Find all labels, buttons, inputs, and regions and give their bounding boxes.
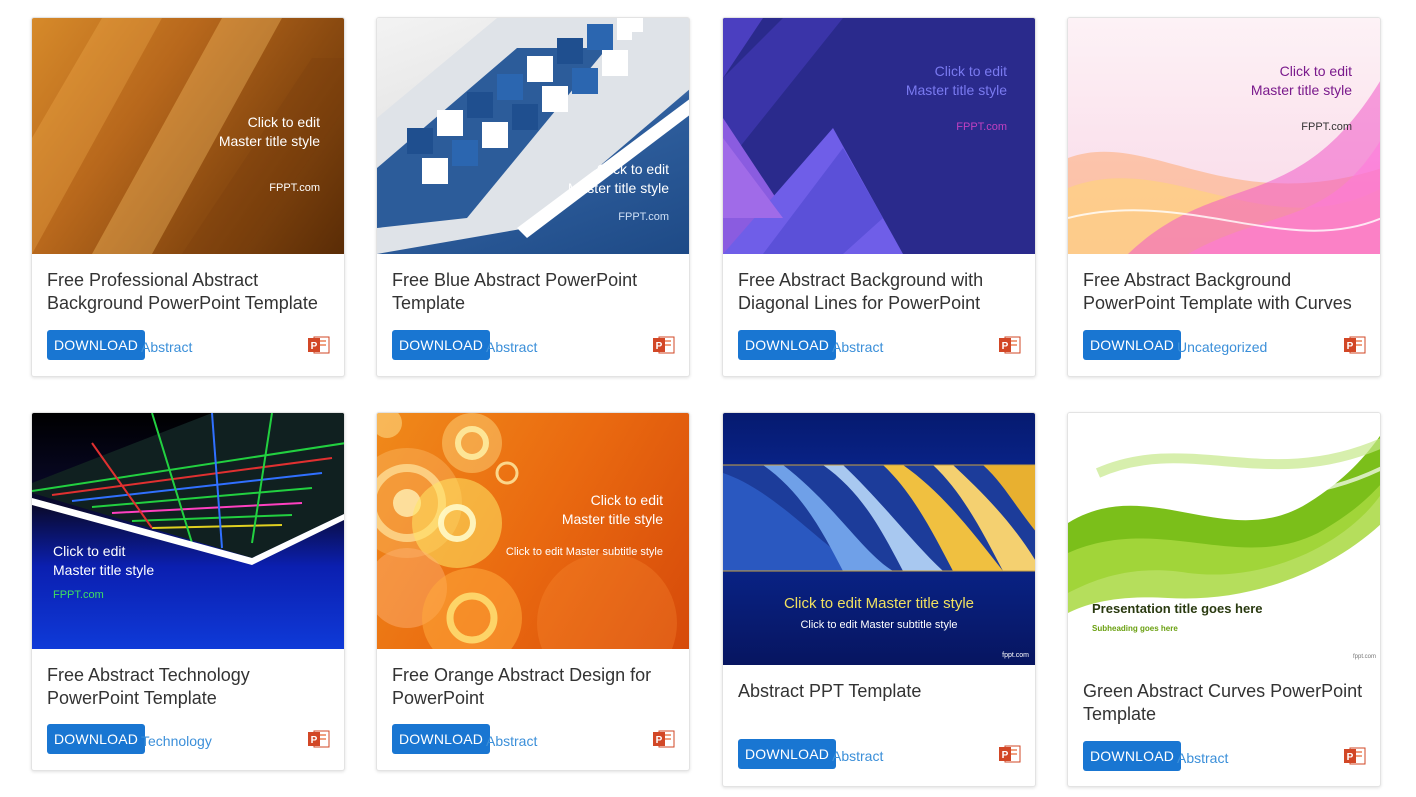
thumbnail-title-line2: Master title style xyxy=(905,82,1007,98)
powerpoint-icon: P xyxy=(653,730,675,748)
circuit-grid-graphic xyxy=(32,413,344,565)
thumbnail-title-line1: Click to edit xyxy=(934,63,1007,79)
powerpoint-icon: P xyxy=(653,336,675,354)
template-card: Click to edit Master title style FPPT.co… xyxy=(722,17,1036,377)
category-link[interactable]: Technology xyxy=(141,732,212,750)
thumbnail-brand: FPPT.com xyxy=(53,589,104,601)
template-title[interactable]: Free Abstract Background PowerPoint Temp… xyxy=(1083,269,1368,315)
download-button[interactable]: DOWNLOAD xyxy=(47,724,146,754)
download-button[interactable]: DOWNLOAD xyxy=(392,330,491,360)
category-link[interactable]: Abstract xyxy=(486,732,537,750)
template-card: Click to edit Master title style FPPT.co… xyxy=(31,412,345,771)
thumbnail-brand: fppt.com xyxy=(1352,654,1376,660)
template-card: Click to edit Master title style Click t… xyxy=(722,412,1036,787)
thumbnail-subtitle: Click to edit Master subtitle style xyxy=(505,546,663,558)
category-link[interactable]: Abstract xyxy=(1177,749,1228,767)
category-link[interactable]: Uncategorized xyxy=(1177,338,1267,356)
category-link[interactable]: Abstract xyxy=(486,338,537,356)
thumbnail-title-line2: Master title style xyxy=(561,511,663,527)
svg-text:P: P xyxy=(1002,341,1009,352)
template-thumbnail[interactable]: Presentation title goes here Subheading … xyxy=(1068,413,1380,665)
svg-text:P: P xyxy=(656,341,663,352)
template-card: Click to edit Master title style FPPT.co… xyxy=(31,17,345,377)
thumbnail-title-line2: Master title style xyxy=(53,562,155,578)
template-title[interactable]: Free Blue Abstract PowerPoint Template xyxy=(392,269,677,315)
thumbnail-brand: FPPT.com xyxy=(269,182,320,194)
thumbnail-title-line1: Click to edit xyxy=(590,492,663,508)
thumbnail-title-line1: Click to edit xyxy=(1279,63,1352,79)
powerpoint-icon: P xyxy=(1344,747,1366,765)
download-button[interactable]: DOWNLOAD xyxy=(1083,741,1182,771)
template-card: Click to edit Master title style FPPT.co… xyxy=(1067,17,1381,377)
download-button[interactable]: DOWNLOAD xyxy=(392,724,491,754)
thumbnail-brand: fppt.com xyxy=(1002,652,1029,659)
template-title[interactable]: Free Abstract Background with Diagonal L… xyxy=(738,269,1023,315)
template-thumbnail[interactable]: Click to edit Master title style Click t… xyxy=(723,413,1035,665)
category-link[interactable]: Abstract xyxy=(832,747,883,765)
thumbnail-title-line2: Master title style xyxy=(1250,82,1352,98)
template-thumbnail[interactable]: Click to edit Master title style FPPT.co… xyxy=(723,18,1035,254)
template-card: Presentation title goes here Subheading … xyxy=(1067,412,1381,787)
template-title[interactable]: Green Abstract Curves PowerPoint Templat… xyxy=(1083,680,1368,726)
thumbnail-subtitle: Click to edit Master subtitle style xyxy=(800,619,958,631)
template-thumbnail[interactable]: Click to edit Master title style FPPT.co… xyxy=(32,413,344,649)
thumbnail-title-line2: Master title style xyxy=(218,133,320,149)
svg-text:P: P xyxy=(1347,752,1354,763)
download-button[interactable]: DOWNLOAD xyxy=(47,330,146,360)
download-button[interactable]: DOWNLOAD xyxy=(1083,330,1182,360)
thumbnail-title-line1: Click to edit xyxy=(596,161,669,177)
template-card: Click to edit Master title style FPPT.co… xyxy=(376,17,690,377)
powerpoint-icon: P xyxy=(308,730,330,748)
template-thumbnail[interactable]: Click to edit Master title style FPPT.co… xyxy=(1068,18,1380,254)
category-link[interactable]: Abstract xyxy=(141,338,192,356)
template-title[interactable]: Free Abstract Technology PowerPoint Temp… xyxy=(47,664,332,710)
thumbnail-subtitle: Subheading goes here xyxy=(1092,624,1178,633)
svg-text:P: P xyxy=(311,341,318,352)
download-button[interactable]: DOWNLOAD xyxy=(738,330,837,360)
template-title[interactable]: Free Professional Abstract Background Po… xyxy=(47,269,332,315)
powerpoint-icon: P xyxy=(308,336,330,354)
orange-circles-graphic xyxy=(377,413,677,649)
category-link[interactable]: Abstract xyxy=(832,338,883,356)
svg-text:P: P xyxy=(656,735,663,746)
powerpoint-icon: P xyxy=(999,745,1021,763)
thumbnail-title: Presentation title goes here xyxy=(1092,601,1263,616)
template-card: Click to edit Master title style Click t… xyxy=(376,412,690,771)
svg-text:P: P xyxy=(311,735,318,746)
template-thumbnail[interactable]: Click to edit Master title style Click t… xyxy=(377,413,689,649)
svg-text:P: P xyxy=(1347,341,1354,352)
download-button[interactable]: DOWNLOAD xyxy=(738,739,837,769)
thumbnail-brand: FPPT.com xyxy=(956,121,1007,133)
template-title[interactable]: Abstract PPT Template xyxy=(738,680,1023,703)
template-thumbnail[interactable]: Click to edit Master title style FPPT.co… xyxy=(377,18,689,254)
thumbnail-title-line1: Click to edit xyxy=(247,114,320,130)
thumbnail-title-line1: Click to edit xyxy=(53,543,126,559)
powerpoint-icon: P xyxy=(999,336,1021,354)
template-thumbnail[interactable]: Click to edit Master title style FPPT.co… xyxy=(32,18,344,254)
thumbnail-title-line2: Master title style xyxy=(567,180,669,196)
svg-text:P: P xyxy=(1002,750,1009,761)
powerpoint-icon: P xyxy=(1344,336,1366,354)
thumbnail-brand: FPPT.com xyxy=(618,211,669,223)
thumbnail-brand: FPPT.com xyxy=(1301,121,1352,133)
template-title[interactable]: Free Orange Abstract Design for PowerPoi… xyxy=(392,664,677,710)
thumbnail-title: Click to edit Master title style xyxy=(783,595,975,612)
